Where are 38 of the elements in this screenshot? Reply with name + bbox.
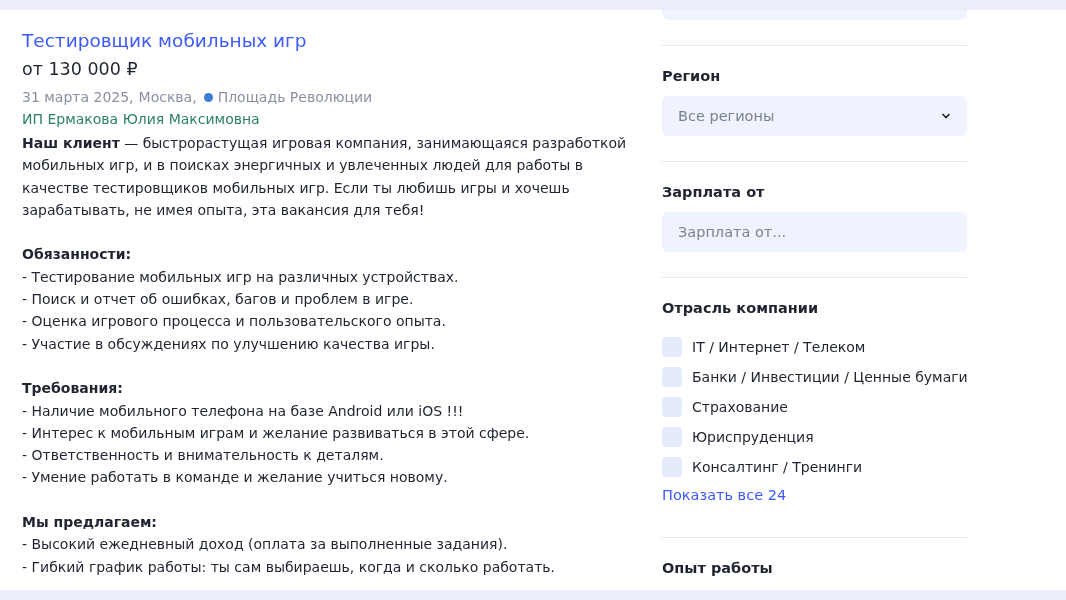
list-item: - Высокий ежедневный доход (оплата за выполненные задания). xyxy=(22,535,508,555)
list-item: - Оценка игрового процесса и пользовательского опыта. xyxy=(22,312,446,332)
list-item: - Участие в обсуждениях по улучшению качества игры. xyxy=(22,334,435,354)
company-name[interactable]: ИП Ермакова Юлия Максимовна xyxy=(22,111,260,127)
checkbox-option[interactable]: Банки / Инвестиции / Ценные бумаги xyxy=(662,367,968,387)
checkbox[interactable] xyxy=(662,397,682,417)
list-item: - Интерес к мобильным играм и желание развиваться в этой сфере. xyxy=(22,423,530,443)
checkbox[interactable] xyxy=(662,427,682,447)
section-heading: Обязанности: xyxy=(22,245,132,265)
list-item: - Умение работать в команде и желание учиться новому. xyxy=(22,468,448,488)
metro-station: Площадь Революции xyxy=(217,89,373,105)
list-item: - Поиск и отчет об ошибках, багов и проблем в игре. xyxy=(22,290,414,310)
section-heading: Мы предлагаем: xyxy=(22,513,157,533)
checkbox-option[interactable]: IT / Интернет / Телеком xyxy=(662,337,866,357)
checkbox-option[interactable]: Страхование xyxy=(662,397,788,417)
date: 31 марта 2025, xyxy=(22,89,134,105)
description-paragraph: Наш клиент — быстрорастущая игровая компания, занимающаяся разработкой мобильных игр, и в поисках энергичных и увлеченных людей для работы в качестве тестировщиков мобильных игр. Если ты любишь игры и хочешь зарабатывать, не имея опыта, эта вакансия для тебя! xyxy=(22,134,628,220)
filter-label: Зарплата от xyxy=(662,184,765,200)
checkbox[interactable] xyxy=(662,367,682,387)
filter-label: Регион xyxy=(662,68,721,84)
salary: от 130 000 ₽ xyxy=(22,59,138,79)
filter-label: Отрасль компании xyxy=(662,300,819,316)
section-heading: Требования: xyxy=(22,379,123,399)
checkbox[interactable] xyxy=(662,337,682,357)
city: Москва, xyxy=(138,89,197,105)
vacancy-title[interactable]: Тестировщик мобильных игр xyxy=(22,30,307,51)
salary-input[interactable]: Зарплата от... xyxy=(662,212,967,252)
list-item: - Ответственность и внимательность к деталям. xyxy=(22,446,384,466)
list-item: - Гибкий график работы: ты сам выбираешь, когда и сколько работать. xyxy=(22,557,556,577)
list-item: - Тестирование мобильных игр на различных устройствах. xyxy=(22,267,459,287)
checkbox-option[interactable]: Консалтинг / Тренинги xyxy=(662,457,863,477)
checkbox[interactable] xyxy=(662,457,682,477)
show-all-link[interactable]: Показать все 24 xyxy=(662,487,787,503)
checkbox-option[interactable]: Юриспруденция xyxy=(662,427,814,447)
filter-label: Опыт работы xyxy=(662,560,773,576)
region-select[interactable]: Все регионы xyxy=(662,96,967,136)
list-item: - Наличие мобильного телефона на базе Android или iOS !!! xyxy=(22,401,464,421)
chevron-down-icon xyxy=(941,113,951,119)
